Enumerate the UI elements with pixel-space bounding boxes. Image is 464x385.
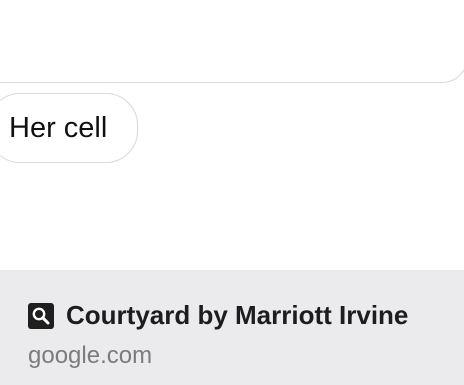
message-text: Her cell [9, 111, 108, 144]
search-icon [28, 302, 54, 329]
link-preview-domain: google.com [28, 342, 153, 369]
link-preview-card[interactable]: Courtyard by Marriott Irvine google.com [0, 270, 464, 385]
message-bubble-her-cell[interactable]: Her cell [0, 93, 139, 163]
message-bubble[interactable] [0, 0, 464, 83]
link-preview-title: Courtyard by Marriott Irvine [66, 300, 409, 330]
link-preview-header: Courtyard by Marriott Irvine [28, 300, 408, 331]
messages-screen: Her cell Courtyard by Marriott Irvine go… [0, 0, 464, 385]
